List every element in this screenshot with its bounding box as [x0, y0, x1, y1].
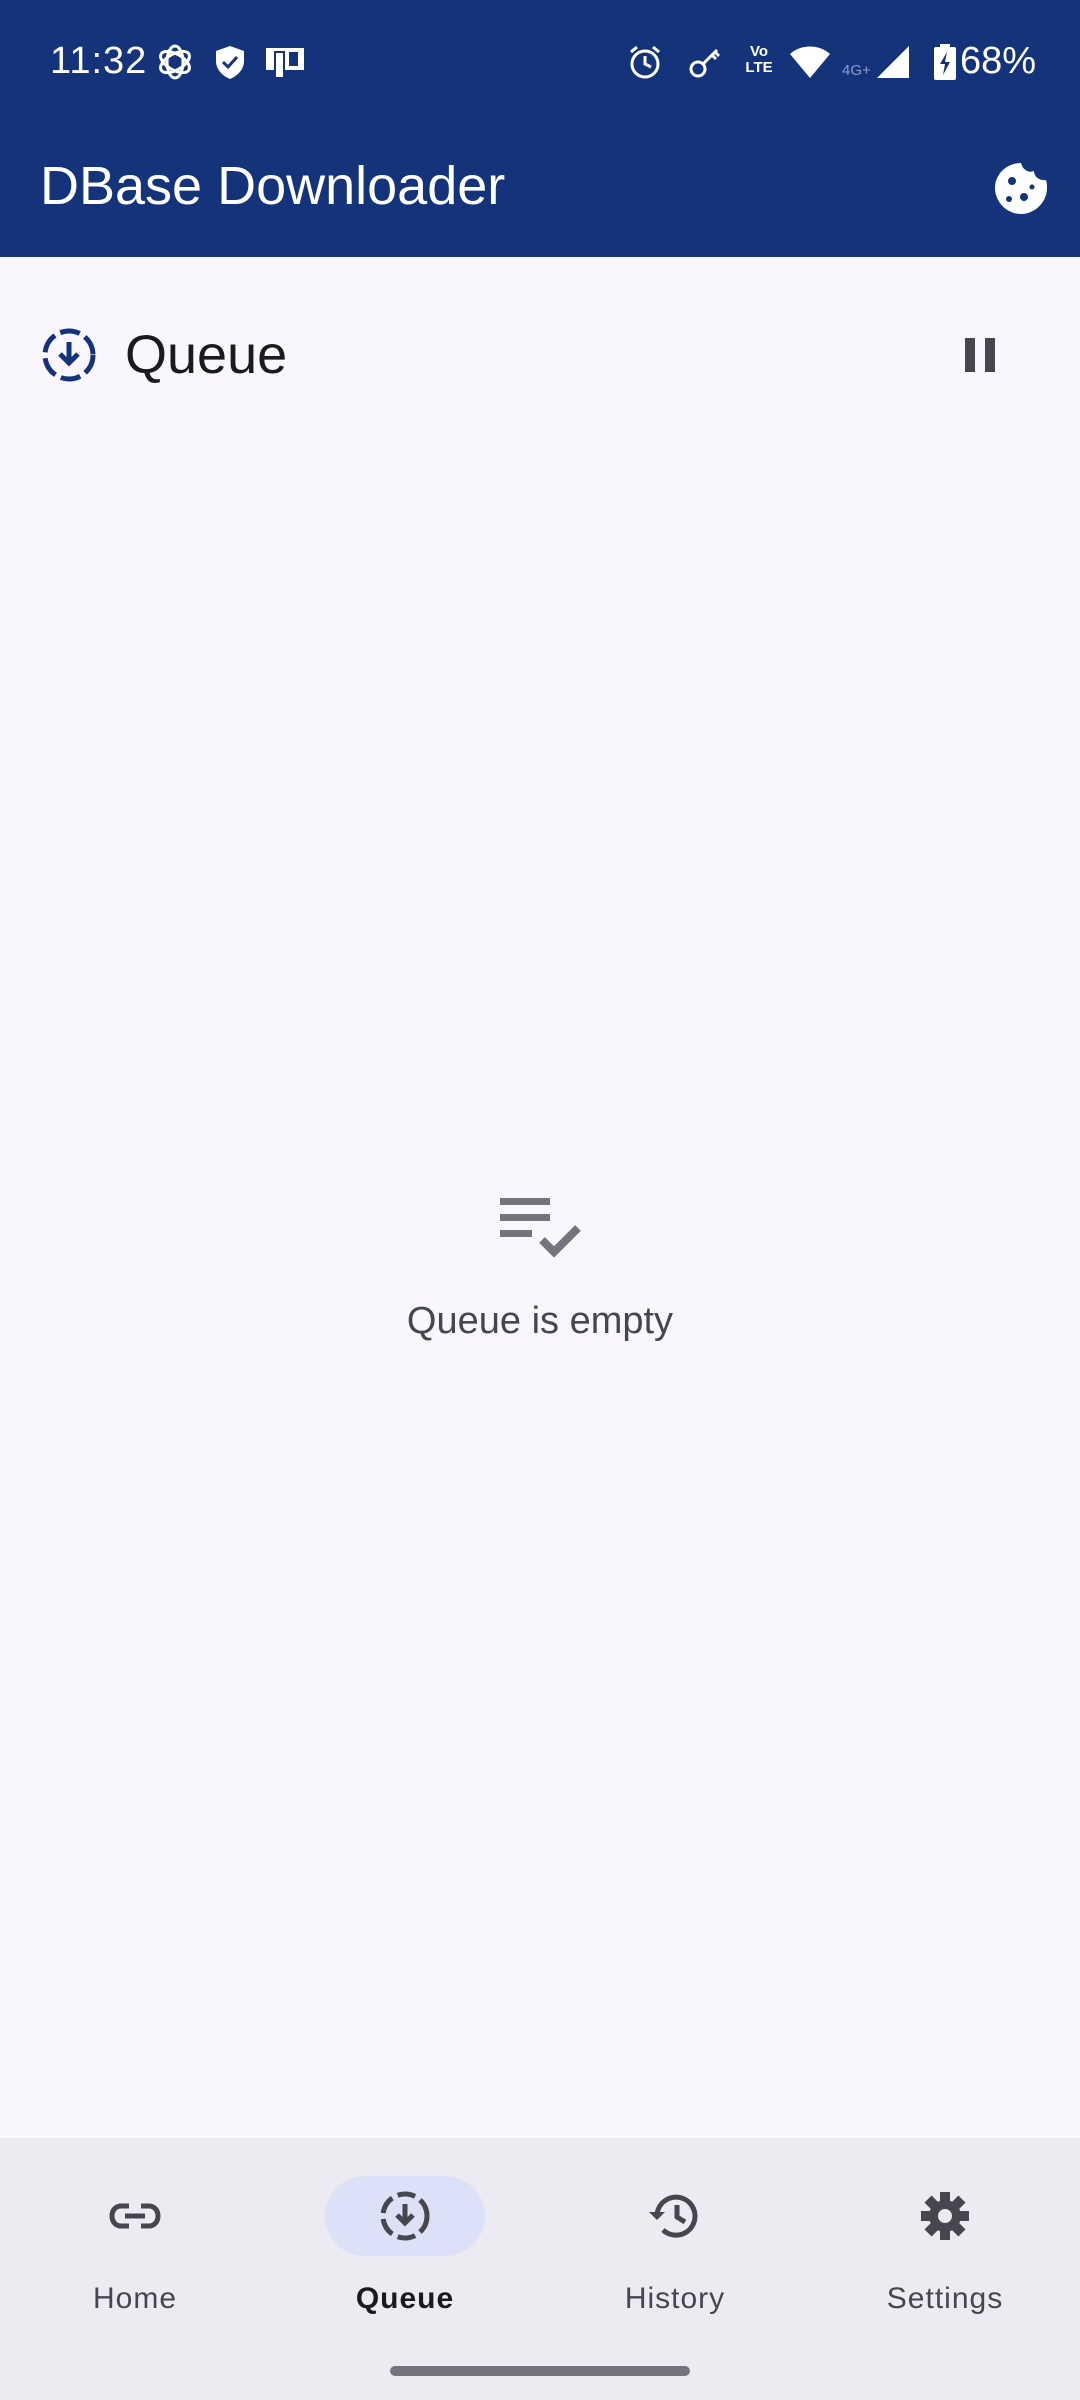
status-time: 11:32 [50, 40, 148, 82]
nav-item-home[interactable]: Home [0, 2176, 270, 2326]
gesture-bar[interactable] [390, 2366, 690, 2376]
status-bar: 11:32 Vo LTE 4G+ 68% [0, 0, 1080, 125]
empty-state: Queue is empty [0, 1190, 1080, 1343]
link-icon [109, 2203, 161, 2229]
app-bar: DBase Downloader [0, 125, 1080, 257]
playlist-check-icon [500, 1198, 581, 1258]
wifi-icon [790, 46, 830, 78]
alarm-icon [630, 45, 660, 79]
queue-header: Queue [0, 300, 1080, 410]
battery-charging-icon [934, 44, 956, 80]
shield-icon [216, 46, 244, 79]
bottom-navigation: Home Queue History Settings [0, 2138, 1080, 2400]
battery-percent: 68% [960, 40, 1037, 82]
queue-title: Queue [125, 325, 288, 385]
key-icon [689, 48, 721, 78]
download-icon [380, 2191, 430, 2241]
history-icon [649, 2194, 698, 2238]
nav-label-settings: Settings [886, 2282, 1004, 2315]
nav-item-history[interactable]: History [540, 2176, 810, 2326]
nav-label-home: Home [92, 2282, 178, 2315]
nav-item-settings[interactable]: Settings [810, 2176, 1080, 2326]
screen-cast-icon [266, 48, 304, 79]
signal-icon [877, 46, 909, 78]
download-queue-icon [42, 328, 96, 382]
nav-label-history: History [624, 2282, 726, 2315]
nav-label-queue: Queue [355, 2282, 455, 2315]
empty-message: Queue is empty [406, 1300, 674, 1342]
screen: 11:32 Vo LTE 4G+ 68% DBase Downloader Qu… [0, 0, 1080, 2400]
nav-item-queue[interactable]: Queue [270, 2176, 540, 2326]
pause-icon[interactable] [950, 320, 1010, 390]
chatgpt-icon [159, 44, 191, 80]
cookie-icon[interactable] [992, 159, 1050, 217]
network-type: 4G+ [842, 62, 871, 79]
gear-icon [921, 2192, 969, 2240]
volte-indicator: Vo LTE [745, 43, 773, 76]
app-title: DBase Downloader [40, 156, 506, 216]
